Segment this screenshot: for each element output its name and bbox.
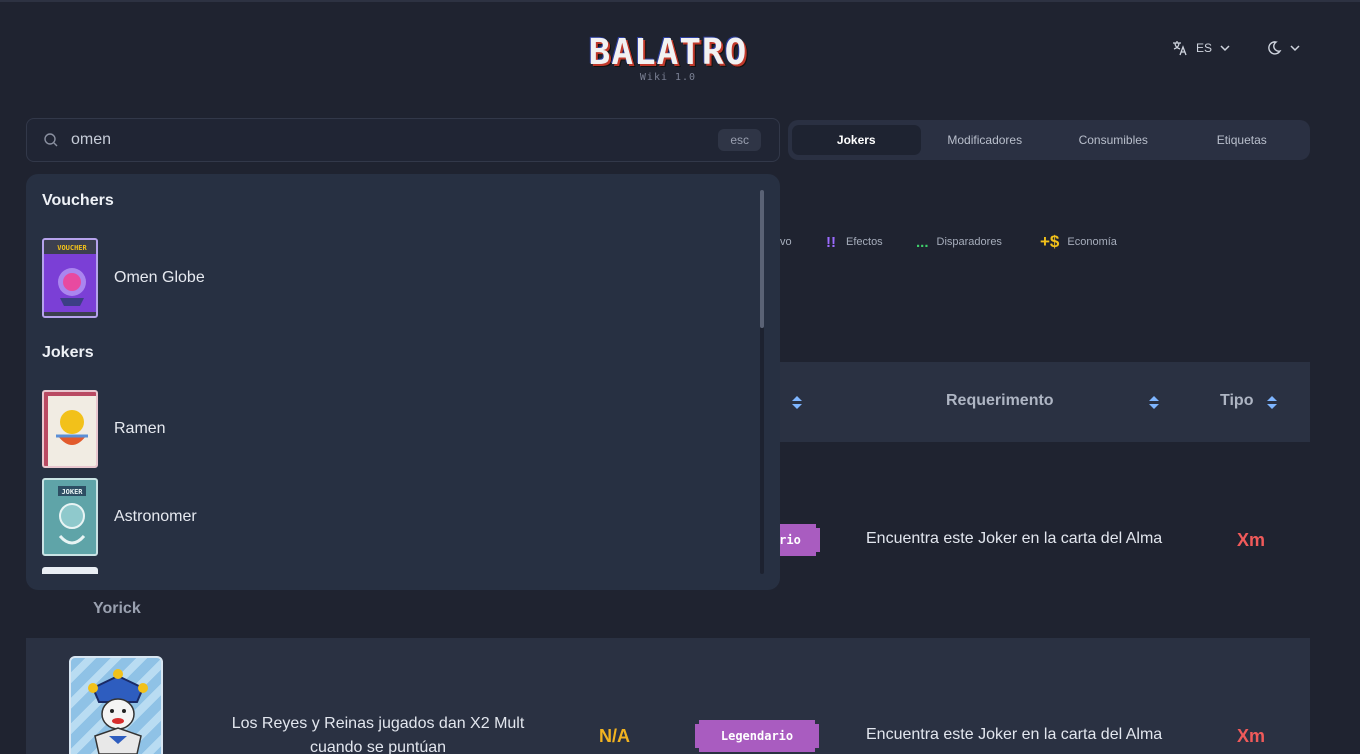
joker-thumb-text: JOKER (61, 488, 83, 496)
effects-icon: !! (826, 233, 836, 251)
result-item-ramen[interactable]: Ramen (42, 390, 166, 468)
joker-card-image[interactable] (69, 656, 163, 754)
search-input[interactable] (71, 131, 719, 149)
legend-item-effects: !! Efectos (826, 232, 883, 252)
type-cell: Xm (1237, 726, 1266, 746)
chevron-down-icon (1220, 45, 1230, 52)
legend-partial-label: vo (780, 236, 792, 248)
sort-icon[interactable] (1267, 396, 1277, 410)
balatro-logo[interactable]: BALATRO Wiki 1.0 (588, 34, 748, 88)
jester-icon (88, 669, 148, 754)
legend-triggers-label: Disparadores (936, 236, 1002, 248)
tab-jokers[interactable]: Jokers (792, 125, 921, 155)
astronomer-icon: JOKER (58, 486, 86, 545)
translate-icon (1173, 41, 1187, 56)
group-title-vouchers: Vouchers (42, 192, 114, 209)
theme-toggle[interactable] (1266, 38, 1300, 58)
legend-item-partial: vo (780, 232, 792, 252)
result-item-omen-globe[interactable]: VOUCHER Omen Globe (42, 238, 205, 318)
legend-item-economy: +$ Economía (1040, 232, 1117, 252)
requirement-cell: Encuentra este Joker en la carta del Alm… (866, 726, 1163, 743)
joker-thumbnail (42, 390, 98, 468)
window-top-border (0, 0, 1360, 2)
moon-icon (1268, 41, 1282, 55)
legend-item-triggers: ... Disparadores (916, 232, 1002, 252)
economy-icon: +$ (1040, 232, 1060, 251)
crystal-ball-icon: VOUCHER (44, 240, 96, 316)
logo-title: BALATRO (588, 32, 748, 73)
ramen-icon (48, 396, 96, 466)
search-results-dropdown: Vouchers VOUCHER Omen Globe Jokers Ramen (26, 174, 780, 590)
rarity-label: rio (779, 533, 801, 547)
logo-version: Wiki 1.0 (639, 72, 697, 83)
voucher-thumbnail: VOUCHER (42, 238, 98, 318)
language-selector[interactable]: ES (1172, 38, 1230, 58)
sort-icon[interactable] (1149, 396, 1159, 410)
joker-thumbnail: JOKER (42, 478, 98, 556)
rarity-badge-legendary: Legendario (695, 720, 819, 752)
requirement-cell: Encuentra este Joker en la carta del Alm… (866, 530, 1163, 547)
cost-cell: N/A (599, 726, 630, 746)
tab-modificadores[interactable]: Modificadores (921, 125, 1050, 155)
column-header-type: Tipo (1220, 392, 1254, 409)
group-title-jokers: Jokers (42, 344, 94, 361)
result-label: Ramen (114, 420, 166, 437)
category-tabs: Jokers Modificadores Consumibles Etiquet… (788, 120, 1310, 160)
result-item-astronomer[interactable]: JOKER Astronomer (42, 478, 197, 556)
sort-icon[interactable] (792, 396, 802, 410)
esc-key-hint[interactable]: esc (718, 129, 761, 151)
rarity-label: Legendario (720, 729, 794, 743)
search-box[interactable]: esc (26, 118, 780, 162)
tab-etiquetas[interactable]: Etiquetas (1178, 125, 1307, 155)
partial-result-thumbnail[interactable] (42, 567, 98, 574)
type-cell: Xm (1237, 530, 1266, 550)
joker-name: Yorick (93, 600, 141, 617)
result-label: Astronomer (114, 508, 197, 525)
tab-consumibles[interactable]: Consumibles (1049, 125, 1178, 155)
search-icon (44, 133, 58, 147)
legend-effects-label: Efectos (846, 236, 883, 248)
voucher-thumb-text: VOUCHER (57, 244, 87, 252)
legend-economy-label: Economía (1067, 236, 1117, 248)
column-header-requirement: Requerimento (946, 392, 1054, 409)
effect-cell: Los Reyes y Reinas jugados dan X2 Mult c… (231, 715, 525, 754)
chevron-down-icon (1290, 45, 1300, 52)
language-code: ES (1196, 41, 1213, 55)
dropdown-scrollbar-thumb[interactable] (760, 190, 764, 328)
result-label: Omen Globe (114, 269, 205, 286)
triggers-icon: ... (916, 233, 929, 251)
